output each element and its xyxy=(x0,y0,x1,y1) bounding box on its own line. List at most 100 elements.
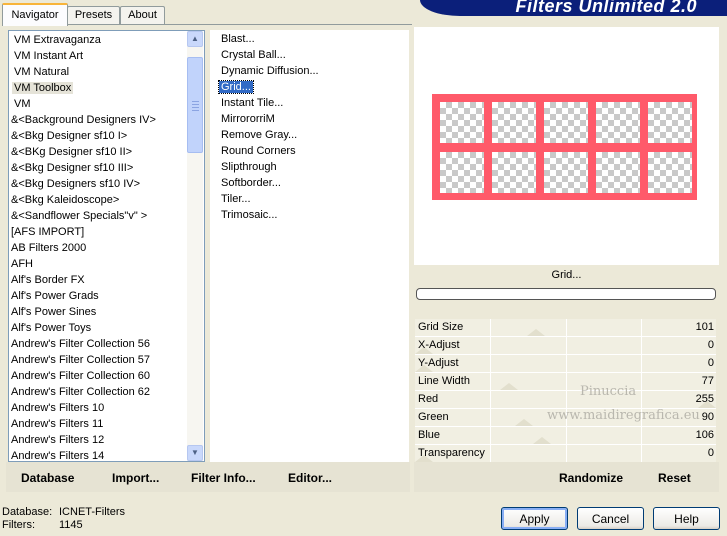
slider-thumb[interactable] xyxy=(533,437,551,444)
category-item-label: VM Instant Art xyxy=(14,50,84,62)
slider-track[interactable] xyxy=(415,355,716,373)
category-item[interactable]: Andrew's Filter Collection 57 xyxy=(9,352,152,368)
help-button[interactable]: Help xyxy=(653,507,720,530)
category-item[interactable]: Alf's Power Toys xyxy=(9,320,93,336)
slider-thumb[interactable] xyxy=(515,419,533,426)
tab-navigator[interactable]: Navigator xyxy=(2,3,68,26)
param-label: Red xyxy=(418,393,439,405)
grid-cell xyxy=(440,102,484,143)
slider-track[interactable] xyxy=(415,391,716,409)
category-item[interactable]: &<BKg Designer sf10 II> xyxy=(9,144,134,160)
category-item[interactable]: &<Bkg Designer sf10 I> xyxy=(9,128,129,144)
category-item-label: Alf's Power Toys xyxy=(11,322,92,334)
grid-cell xyxy=(440,152,484,193)
category-item[interactable]: &<Bkg Kaleidoscope> xyxy=(9,192,121,208)
category-item-label: Andrew's Filters 14 xyxy=(11,450,105,462)
category-item-label: &<Bkg Designer sf10 III> xyxy=(11,162,134,174)
filter-item[interactable]: Remove Gray... xyxy=(219,127,299,143)
banner-title: Filters Unlimited 2.0 xyxy=(515,0,697,16)
filter-item-label: Blast... xyxy=(221,33,255,45)
app-banner: Filters Unlimited 2.0 xyxy=(420,0,727,16)
filter-list[interactable]: Blast... Crystal Ball... Dynamic Diffusion… xyxy=(210,30,409,462)
randomize-button[interactable]: Randomize xyxy=(559,471,623,485)
filter-item-label: Remove Gray... xyxy=(221,129,298,141)
category-list[interactable]: VM Extravaganza VM Instant Art VM Natural V… xyxy=(8,30,205,462)
category-item[interactable]: VM xyxy=(12,96,33,112)
filter-item[interactable]: Crystal Ball... xyxy=(219,47,288,63)
filter-item[interactable]: Instant Tile... xyxy=(219,95,285,111)
category-item[interactable]: &<Bkg Designer sf10 III> xyxy=(9,160,135,176)
param-label: Blue xyxy=(418,429,441,441)
slider-thumb[interactable] xyxy=(500,383,518,390)
filter-item[interactable]: Round Corners xyxy=(219,143,298,159)
editor-button[interactable]: Editor... xyxy=(288,471,332,485)
category-item[interactable]: VM Instant Art xyxy=(12,48,85,64)
database-button[interactable]: Database xyxy=(21,471,74,485)
param-value: 0 xyxy=(707,339,714,351)
category-item[interactable]: Andrew's Filter Collection 60 xyxy=(9,368,152,384)
category-item-label: Andrew's Filter Collection 57 xyxy=(11,354,151,366)
category-item[interactable]: AB Filters 2000 xyxy=(9,240,88,256)
category-item[interactable]: [AFS IMPORT] xyxy=(9,224,86,240)
category-item[interactable]: Andrew's Filter Collection 56 xyxy=(9,336,152,352)
param-value: 101 xyxy=(695,321,714,333)
category-item[interactable]: VM Extravaganza xyxy=(12,32,103,48)
category-item[interactable]: Andrew's Filter Collection 62 xyxy=(9,384,152,400)
param-row-y-adjust[interactable]: Y-Adjust 0 xyxy=(415,355,716,373)
import-button[interactable]: Import... xyxy=(112,471,159,485)
param-value: 77 xyxy=(701,375,714,387)
tab-about[interactable]: About xyxy=(120,6,165,24)
watermark-url: www.maidiregrafica.eu xyxy=(547,408,700,423)
filter-item[interactable]: MirrororriM xyxy=(219,111,277,127)
param-row-transparency[interactable]: Transparency 0 xyxy=(415,445,716,463)
filter-item[interactable]: Dynamic Diffusion... xyxy=(219,63,321,79)
category-item[interactable]: VM Toolbox xyxy=(12,80,74,96)
scroll-down-icon[interactable]: ▼ xyxy=(187,445,203,461)
filter-item[interactable]: Softborder... xyxy=(219,175,283,191)
filter-info-button[interactable]: Filter Info... xyxy=(191,471,256,485)
category-item-label: Andrew's Filter Collection 60 xyxy=(11,370,151,382)
category-item-label: &<Bkg Designers sf10 IV> xyxy=(11,178,141,190)
preview-title-bar: Grid... xyxy=(414,265,719,289)
slider-track[interactable] xyxy=(415,337,716,355)
slider-thumb[interactable] xyxy=(527,329,545,336)
grid-cell xyxy=(492,102,536,143)
apply-button[interactable]: Apply xyxy=(501,507,568,530)
category-item[interactable]: &<Background Designers IV> xyxy=(9,112,158,128)
param-row-grid-size[interactable]: Grid Size 101 xyxy=(415,319,716,337)
reset-button[interactable]: Reset xyxy=(658,471,691,485)
filter-item[interactable]: Trimosaic... xyxy=(219,207,279,223)
param-row-red[interactable]: Red 255 xyxy=(415,391,716,409)
category-item[interactable]: AFH xyxy=(9,256,35,272)
param-row-line-width[interactable]: Line Width 77 xyxy=(415,373,716,391)
category-item-label: &<BKg Designer sf10 II> xyxy=(11,146,133,158)
filter-item[interactable]: Grid... xyxy=(218,79,254,95)
database-label: Database: xyxy=(2,506,53,518)
filter-item[interactable]: Blast... xyxy=(219,31,257,47)
category-item[interactable]: VM Natural xyxy=(12,64,71,80)
filter-item[interactable]: Slipthrough xyxy=(219,159,279,175)
category-item[interactable]: Andrew's Filters 11 xyxy=(9,416,105,432)
filter-item-label: Instant Tile... xyxy=(221,97,284,109)
cancel-button[interactable]: Cancel xyxy=(577,507,644,530)
category-scrollbar[interactable]: ▲ ▼ xyxy=(187,31,203,461)
scroll-up-icon[interactable]: ▲ xyxy=(187,31,203,47)
scroll-thumb[interactable] xyxy=(187,57,203,153)
category-item[interactable]: Alf's Power Grads xyxy=(9,288,101,304)
category-item[interactable]: &<Sandflower Specials"v" > xyxy=(9,208,149,224)
tab-presets[interactable]: Presets xyxy=(67,6,120,24)
category-item[interactable]: Andrew's Filters 12 xyxy=(9,432,106,448)
category-item[interactable]: Alf's Border FX xyxy=(9,272,87,288)
filter-item-label: Round Corners xyxy=(221,145,296,157)
slider-track[interactable] xyxy=(415,427,716,445)
category-item[interactable]: Andrew's Filters 10 xyxy=(9,400,106,416)
grid-cell xyxy=(596,102,640,143)
filter-item-label: Tiler... xyxy=(221,193,251,205)
param-row-x-adjust[interactable]: X-Adjust 0 xyxy=(415,337,716,355)
category-item[interactable]: &<Bkg Designers sf10 IV> xyxy=(9,176,142,192)
param-row-blue[interactable]: Blue 106 xyxy=(415,427,716,445)
category-item-label: Alf's Power Sines xyxy=(11,306,97,318)
filter-item[interactable]: Tiler... xyxy=(219,191,253,207)
category-item[interactable]: Alf's Power Sines xyxy=(9,304,98,320)
category-item-label: VM Natural xyxy=(14,66,70,78)
